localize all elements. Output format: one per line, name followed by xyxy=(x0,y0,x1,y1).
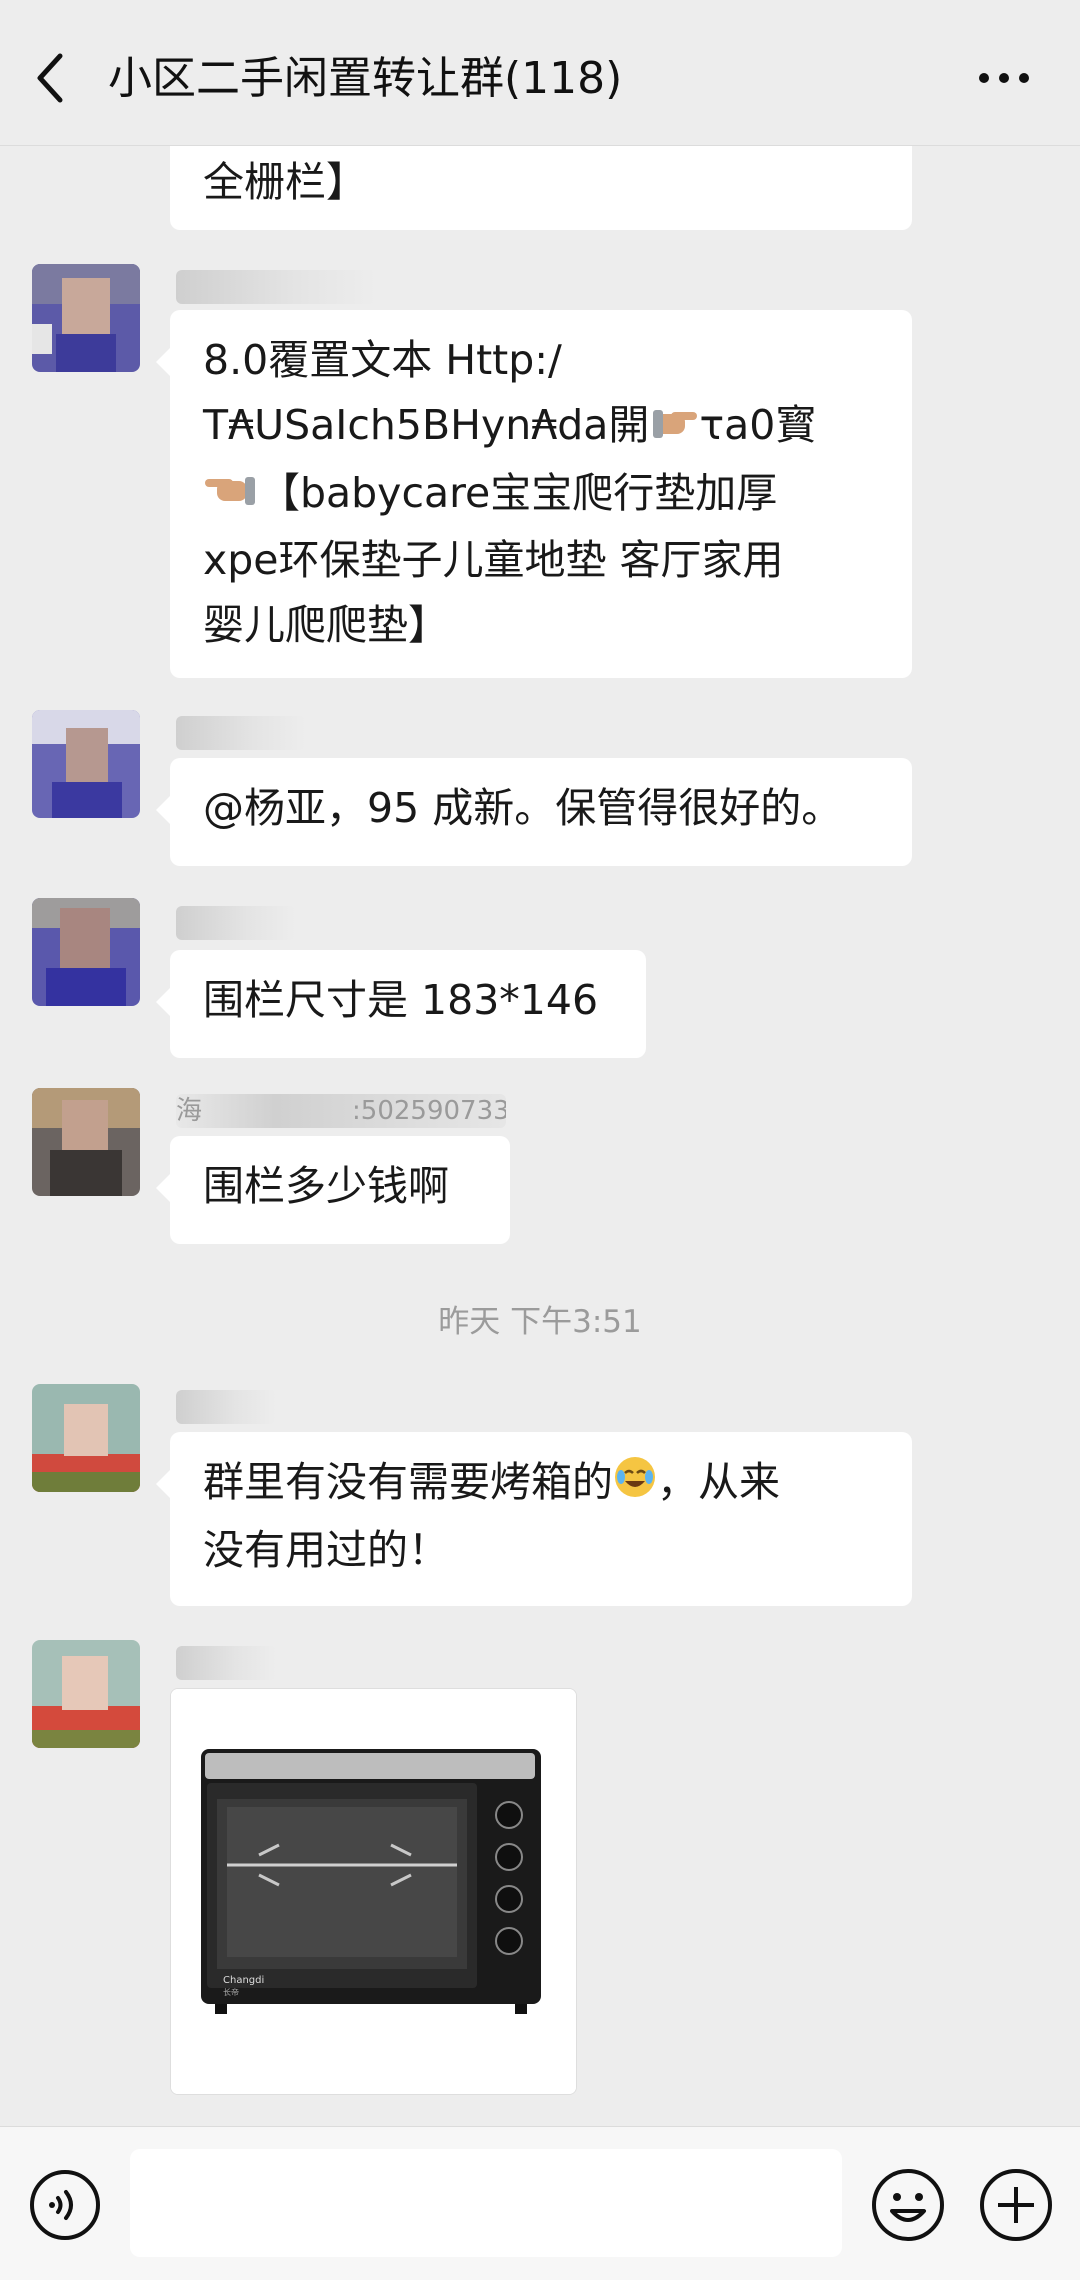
image-message[interactable]: Changdi 长帝 xyxy=(170,1688,577,2095)
message-text: 没有用过的！ xyxy=(203,1525,449,1574)
oven-photo: Changdi 长帝 xyxy=(171,1689,576,2094)
message-bubble[interactable]: 群里有没有需要烤箱的 ，从来 没有用过的！ xyxy=(156,1432,912,1606)
message-text: xpe环保垫子儿童地垫 客厅家用 xyxy=(203,536,784,584)
message-text: 围栏尺寸是 183*146 xyxy=(203,976,599,1024)
sender-name xyxy=(176,906,296,940)
message-text: 8.0覆置文本 Http:/ xyxy=(203,336,562,384)
chevron-left-icon[interactable] xyxy=(30,48,74,108)
avatar[interactable] xyxy=(32,710,140,818)
message-text-part: τa0寳 xyxy=(699,401,817,449)
more-dots-icon[interactable] xyxy=(976,60,1032,96)
timestamp: 昨天 下午3:51 xyxy=(438,1304,642,1340)
message-text: 婴儿爬爬垫】 xyxy=(203,601,449,649)
crying-laughing-face-icon xyxy=(613,1453,657,1518)
message-bubble[interactable]: 8.0覆置文本 Http:/ T₳USaIch5BHyn₳da開 τa0寳 【ba… xyxy=(156,310,912,678)
chat-title: 小区二手闲置转让群(118) xyxy=(108,53,623,104)
sender-name-suffix: :5025907331 xyxy=(352,1096,506,1126)
sender-name-text: 海 xyxy=(176,1096,203,1126)
avatar[interactable] xyxy=(32,898,140,1006)
voice-icon[interactable] xyxy=(28,2168,102,2242)
avatar[interactable] xyxy=(32,1384,140,1492)
sender-name xyxy=(176,716,306,750)
message-bubble[interactable]: 围栏尺寸是 183*146 xyxy=(156,950,646,1058)
avatar[interactable] xyxy=(32,1640,140,1748)
message-text: 【babycare宝宝爬行垫加厚 xyxy=(203,461,879,529)
emoji-icon[interactable] xyxy=(870,2167,946,2243)
plus-icon[interactable] xyxy=(978,2167,1054,2243)
message-text: 围栏多少钱啊 xyxy=(203,1162,449,1210)
pointing-left-hand-icon xyxy=(649,396,699,461)
message-bubble[interactable]: 围栏多少钱啊 xyxy=(156,1136,510,1244)
message-text: @杨亚，95 成新。保管得很好的。 xyxy=(203,784,843,832)
message-text: T₳USaIch5BHyn₳da開 τa0寳 xyxy=(203,393,879,461)
message-text-part: 【babycare宝宝爬行垫加厚 xyxy=(259,468,778,517)
oven-brand-label: Changdi xyxy=(223,1975,264,1986)
message-text-part: 群里有没有需要烤箱的 xyxy=(203,1458,613,1506)
message-bubble[interactable]: 全栅栏】 xyxy=(170,146,912,230)
message-input[interactable] xyxy=(130,2149,842,2257)
sender-name xyxy=(176,270,376,304)
input-bar xyxy=(0,2126,1080,2280)
message-bubble[interactable]: @杨亚，95 成新。保管得很好的。 xyxy=(156,758,912,866)
chat-header: 小区二手闲置转让群(118) xyxy=(0,0,1080,146)
pointing-right-hand-icon xyxy=(203,463,259,528)
avatar[interactable] xyxy=(32,264,140,372)
message-text: 全栅栏】 xyxy=(203,158,367,206)
sender-name: 海 :5025907331 xyxy=(176,1094,506,1128)
sender-name xyxy=(176,1390,276,1424)
message-list[interactable]: 全栅栏】 8.0覆置文本 Http:/ T₳USaIch5BHyn₳da開 τa0… xyxy=(0,146,1080,2126)
oven-brand-label-cn: 长帝 xyxy=(223,1987,239,1997)
message-text-part: T₳USaIch5BHyn₳da開 xyxy=(203,401,650,449)
message-text-part: ，从来 xyxy=(657,1458,780,1506)
avatar[interactable] xyxy=(32,1088,140,1196)
sender-name xyxy=(176,1646,276,1680)
message-text: 群里有没有需要烤箱的 ，从来 xyxy=(203,1450,879,1518)
